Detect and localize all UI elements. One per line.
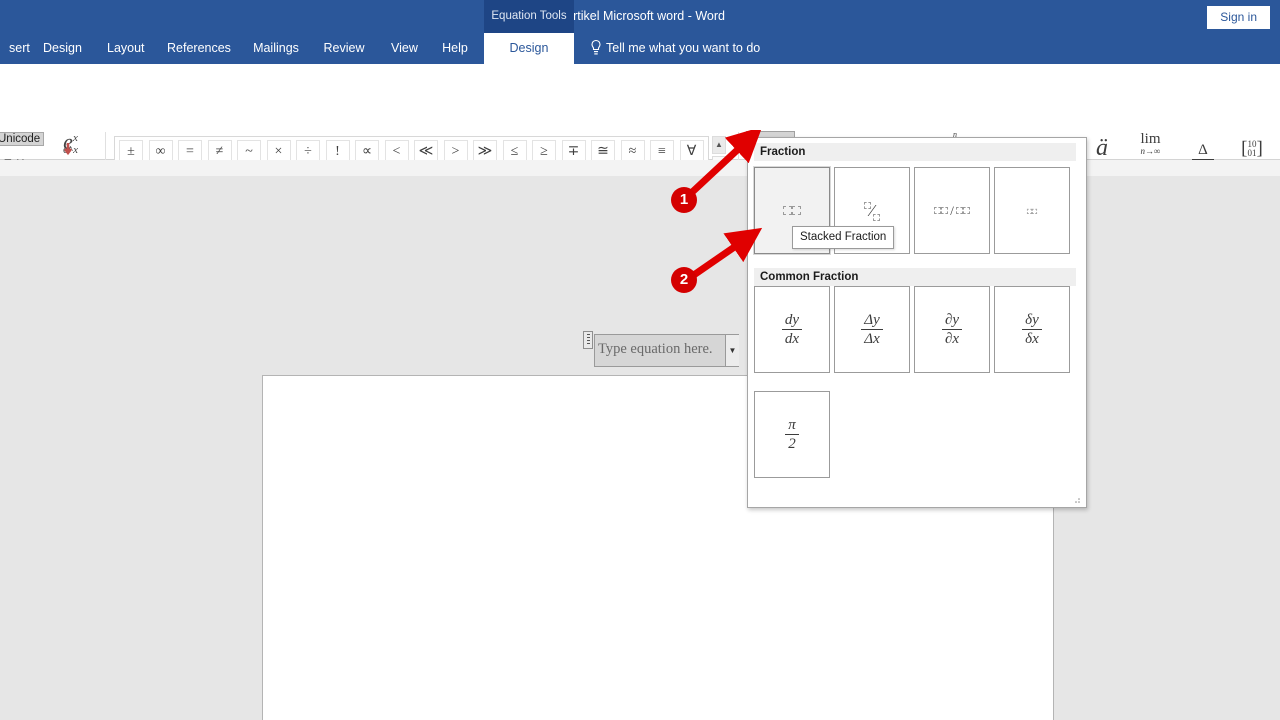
ribbon: Unicode aTeX ext ex e^x Convert ▾ onvers…	[0, 64, 1280, 217]
tab-view[interactable]: View	[382, 33, 426, 64]
fraction-numerator: dy	[781, 312, 803, 330]
document-area	[0, 176, 1280, 720]
annotation-badge-2: 2	[671, 267, 697, 293]
ribbon-tab-strip: sert Design Layout References Mailings R…	[0, 33, 1280, 64]
equation-options-dropdown[interactable]: ▼	[725, 335, 739, 366]
fraction-numerator: ∂y	[941, 312, 963, 330]
stacked-fraction-tooltip: Stacked Fraction	[792, 226, 895, 249]
tab-insert[interactable]: sert	[0, 33, 30, 64]
fraction-gallery-dropdown[interactable]: Fraction ⁄ / Common Fraction dy dx Δy Δx ∂y ∂x…	[747, 137, 1087, 508]
tab-mailings[interactable]: Mailings	[243, 33, 309, 64]
conversion-option-unicode[interactable]: Unicode	[0, 132, 45, 146]
equation-content-control[interactable]: Type equation here.	[594, 334, 739, 367]
title-bar: 7 Artikel Microsoft word - Word Equation…	[0, 0, 1280, 33]
symbols-scroll-up-button[interactable]: ▲	[712, 136, 726, 154]
fraction-denominator: Δx	[864, 331, 880, 347]
tab-layout[interactable]: Layout	[98, 33, 152, 64]
fraction-denominator: 2	[788, 436, 796, 452]
fraction-numerator: δy	[1022, 312, 1042, 330]
tab-review[interactable]: Review	[314, 33, 374, 64]
fraction-denominator: δx	[1025, 331, 1039, 347]
fraction-section-header: Fraction	[754, 143, 1076, 161]
tab-help[interactable]: Help	[433, 33, 477, 64]
lightbulb-icon	[591, 39, 601, 55]
common-fraction-item-partial-y-partial-x[interactable]: ∂y ∂x	[914, 286, 990, 373]
fraction-numerator: Δy	[861, 312, 883, 330]
fraction-denominator: ∂x	[944, 331, 960, 347]
common-fraction-item-delta-small-y-delta-small-x[interactable]: δy δx	[994, 286, 1070, 373]
equation-placeholder-text: Type equation here.	[598, 341, 713, 357]
common-fraction-item-pi-over-2[interactable]: π2	[754, 391, 830, 478]
tell-me-search[interactable]: Tell me what you want to do	[586, 33, 760, 64]
fraction-numerator: π	[785, 417, 799, 435]
common-fraction-section-header: Common Fraction	[754, 268, 1076, 286]
fraction-item-small-stacked-fraction[interactable]	[994, 167, 1070, 254]
equation-tools-contextual-label: Equation Tools	[484, 0, 574, 33]
ruler: 2112345678910	[0, 160, 1280, 338]
document-title: 7 Artikel Microsoft word - Word	[555, 9, 725, 23]
common-fraction-item-delta-y-delta-x[interactable]: Δy Δx	[834, 286, 910, 373]
tab-equation-design[interactable]: Design	[484, 33, 574, 64]
tab-references[interactable]: References	[158, 33, 238, 64]
common-fraction-item-dy-dx[interactable]: dy dx	[754, 286, 830, 373]
fraction-denominator: dx	[784, 331, 800, 347]
convert-arrow-icon	[63, 143, 73, 156]
equation-drag-handle[interactable]	[583, 331, 593, 349]
tab-design[interactable]: Design	[34, 33, 88, 64]
sign-in-button[interactable]: Sign in	[1207, 6, 1270, 29]
resize-grip-icon[interactable]	[1074, 496, 1082, 504]
annotation-badge-1: 1	[671, 187, 697, 213]
word-window: 7 Artikel Microsoft word - Word Equation…	[0, 0, 1280, 720]
fraction-item-linear-fraction[interactable]: /	[914, 167, 990, 254]
